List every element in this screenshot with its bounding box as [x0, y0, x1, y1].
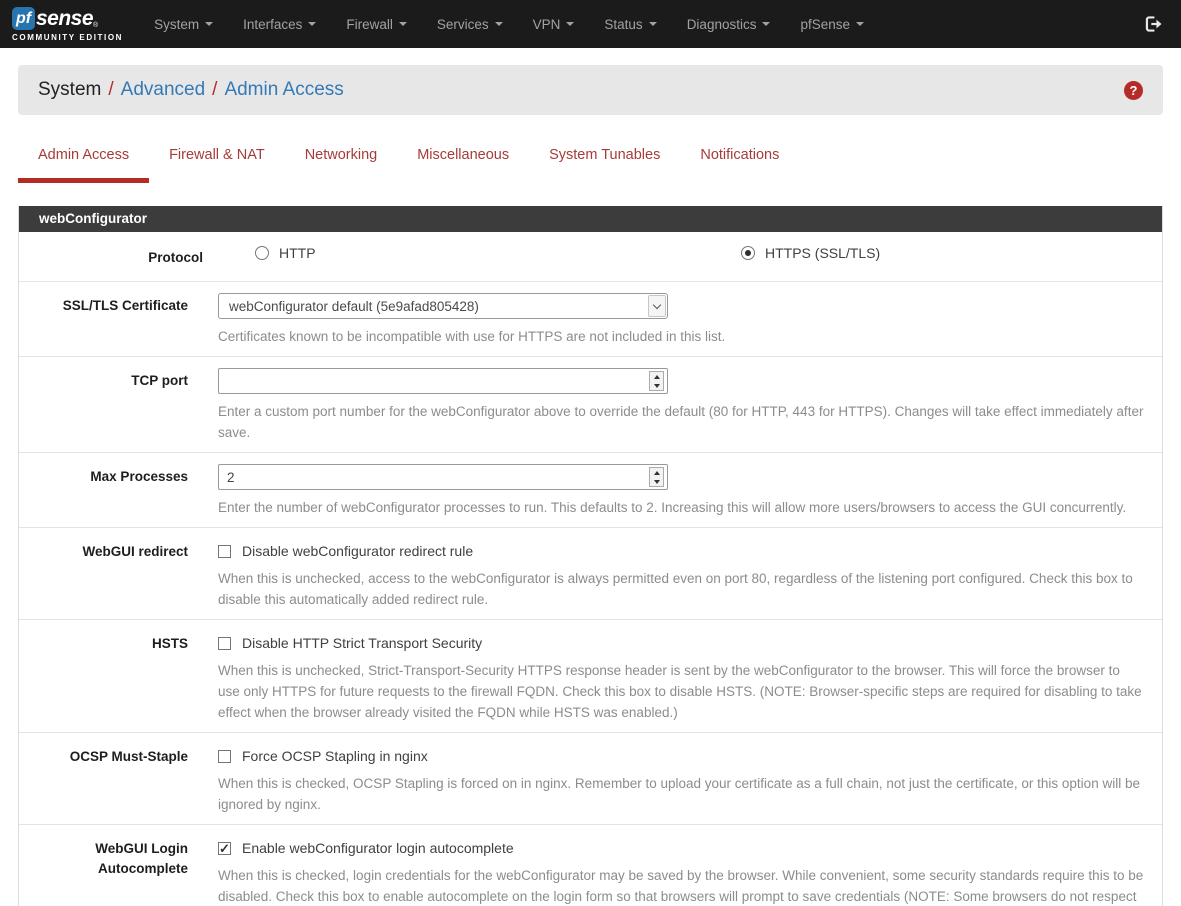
select-dropdown-button[interactable] [648, 295, 666, 317]
ocsp-stapling-checkbox[interactable]: Force OCSP Stapling in nginx [218, 744, 1147, 766]
chevron-down-icon [856, 22, 864, 26]
menu-diagnostics[interactable]: Diagnostics [672, 0, 786, 48]
row-tcp-port: TCP port Enter a custom port number for … [19, 357, 1162, 453]
field-label: WebGUI Login Autocomplete [19, 836, 188, 906]
max-processes-input[interactable] [219, 465, 667, 489]
menu-firewall[interactable]: Firewall [331, 0, 422, 48]
spinner-up-button[interactable] [650, 468, 663, 477]
breadcrumb-section: System [38, 79, 101, 101]
row-protocol: Protocol HTTP HTTPS (SSL/TLS) [19, 232, 1162, 282]
breadcrumb-link-advanced[interactable]: Advanced [121, 79, 206, 101]
pfsense-logo-pf: pf [12, 7, 35, 30]
chevron-down-icon [566, 22, 574, 26]
tab-firewall-nat[interactable]: Firewall & NAT [149, 144, 285, 183]
checkbox-label: Enable webConfigurator login autocomplet… [242, 838, 514, 858]
spinner-up-button[interactable] [650, 372, 663, 381]
field-label: SSL/TLS Certificate [19, 293, 188, 347]
radio-label: HTTP [279, 245, 316, 261]
checkbox-icon[interactable] [218, 750, 231, 763]
help-text: When this is unchecked, Strict-Transport… [218, 660, 1147, 723]
radio-label: HTTPS (SSL/TLS) [765, 245, 880, 261]
tab-admin-access[interactable]: Admin Access [18, 144, 149, 183]
field-label: Protocol [34, 245, 203, 268]
menu-status[interactable]: Status [589, 0, 671, 48]
checkbox-label: Force OCSP Stapling in nginx [242, 746, 428, 766]
radio-icon[interactable] [741, 246, 755, 260]
tab-system-tunables[interactable]: System Tunables [529, 144, 680, 183]
select-value: webConfigurator default (5e9afad805428) [229, 299, 479, 314]
registered-mark: ® [93, 22, 98, 29]
row-webgui-login-autocomplete: WebGUI Login Autocomplete Enable webConf… [19, 825, 1162, 906]
pfsense-logo-sense: sense [36, 7, 93, 31]
sign-out-icon[interactable] [1144, 15, 1163, 33]
checkbox-icon[interactable] [218, 637, 231, 650]
webgui-redirect-checkbox[interactable]: Disable webConfigurator redirect rule [218, 539, 1147, 561]
tab-networking[interactable]: Networking [285, 144, 398, 183]
breadcrumb: System / Advanced / Admin Access ? [18, 65, 1163, 115]
chevron-down-icon [205, 22, 213, 26]
chevron-down-icon [399, 22, 407, 26]
tab-notifications[interactable]: Notifications [680, 144, 799, 183]
max-processes-field-wrap [218, 464, 668, 490]
chevron-down-icon [653, 300, 661, 308]
help-icon[interactable]: ? [1124, 81, 1143, 100]
panel-title: webConfigurator [19, 206, 1162, 232]
menu-vpn[interactable]: VPN [518, 0, 590, 48]
field-label: TCP port [19, 368, 188, 443]
pfsense-logo[interactable]: pf sense ® COMMUNITY EDITION [12, 7, 123, 42]
protocol-http-radio[interactable]: HTTP [255, 245, 316, 261]
menu-system[interactable]: System [139, 0, 228, 48]
field-label: Max Processes [19, 464, 188, 518]
help-text: When this is unchecked, access to the we… [218, 568, 1147, 610]
checkbox-label: Disable HTTP Strict Transport Security [242, 633, 482, 653]
menu-services[interactable]: Services [422, 0, 518, 48]
checkbox-label: Disable webConfigurator redirect rule [242, 541, 473, 561]
tcp-port-field-wrap [218, 368, 668, 394]
breadcrumb-separator: / [212, 79, 217, 101]
breadcrumb-separator: / [108, 79, 113, 101]
row-ssl-certificate: SSL/TLS Certificate webConfigurator defa… [19, 282, 1162, 357]
row-max-processes: Max Processes Enter the number of webCon… [19, 453, 1162, 528]
help-text: When this is checked, login credentials … [218, 865, 1147, 906]
logo-edition-label: COMMUNITY EDITION [12, 33, 123, 42]
checkbox-icon[interactable] [218, 545, 231, 558]
menu-interfaces[interactable]: Interfaces [228, 0, 331, 48]
help-text: When this is checked, OCSP Stapling is f… [218, 773, 1147, 815]
arrow-down-icon [654, 384, 660, 388]
chevron-down-icon [308, 22, 316, 26]
help-text: Certificates known to be incompatible wi… [218, 326, 1147, 347]
spinner-down-button[interactable] [650, 477, 663, 486]
chevron-down-icon [495, 22, 503, 26]
arrow-up-icon [654, 375, 660, 379]
help-text: Enter a custom port number for the webCo… [218, 401, 1147, 443]
tab-miscellaneous[interactable]: Miscellaneous [397, 144, 529, 183]
protocol-https-radio[interactable]: HTTPS (SSL/TLS) [741, 245, 880, 261]
number-spinner[interactable] [649, 371, 664, 391]
tcp-port-input[interactable] [219, 369, 667, 393]
radio-icon[interactable] [255, 246, 269, 260]
menu-pfsense[interactable]: pfSense [785, 0, 879, 48]
chevron-down-icon [649, 22, 657, 26]
checkbox-icon[interactable] [218, 842, 231, 855]
chevron-down-icon [762, 22, 770, 26]
tab-bar: Admin Access Firewall & NAT Networking M… [18, 144, 1163, 183]
field-label: OCSP Must-Staple [19, 744, 188, 815]
top-navbar: pf sense ® COMMUNITY EDITION System Inte… [0, 0, 1181, 48]
row-hsts: HSTS Disable HTTP Strict Transport Secur… [19, 620, 1162, 733]
field-label: WebGUI redirect [19, 539, 188, 610]
row-webgui-redirect: WebGUI redirect Disable webConfigurator … [19, 528, 1162, 620]
webconfigurator-panel: webConfigurator Protocol HTTP HTTPS (SSL… [18, 206, 1163, 906]
hsts-checkbox[interactable]: Disable HTTP Strict Transport Security [218, 631, 1147, 653]
help-text: Enter the number of webConfigurator proc… [218, 497, 1147, 518]
spinner-down-button[interactable] [650, 381, 663, 390]
breadcrumb-link-admin-access[interactable]: Admin Access [224, 79, 343, 101]
number-spinner[interactable] [649, 467, 664, 487]
main-menu: System Interfaces Firewall Services VPN … [139, 0, 879, 48]
login-autocomplete-checkbox[interactable]: Enable webConfigurator login autocomplet… [218, 836, 1147, 858]
arrow-down-icon [654, 480, 660, 484]
arrow-up-icon [654, 471, 660, 475]
ssl-certificate-select[interactable]: webConfigurator default (5e9afad805428) [218, 293, 668, 319]
field-label: HSTS [19, 631, 188, 723]
row-ocsp-must-staple: OCSP Must-Staple Force OCSP Stapling in … [19, 733, 1162, 825]
